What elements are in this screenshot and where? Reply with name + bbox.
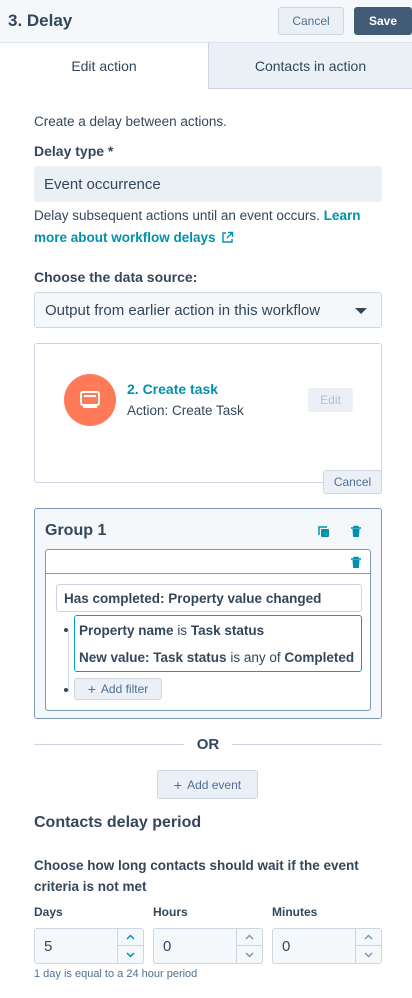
save-button[interactable]: Save xyxy=(354,7,412,35)
panel-title: 3. Delay xyxy=(8,11,73,30)
tab-bar: Edit action Contacts in action xyxy=(0,43,412,89)
cancel-button[interactable]: Cancel xyxy=(278,7,344,35)
delay-description-text: Delay subsequent actions until an event … xyxy=(34,208,320,223)
delay-type-value: Event occurrence xyxy=(44,175,161,193)
delay-type-label: Delay type * xyxy=(34,143,114,159)
or-label: OR xyxy=(196,736,220,753)
minutes-value: 0 xyxy=(282,938,291,955)
hours-stepper xyxy=(236,929,262,963)
delay-type-field: Event occurrence xyxy=(34,166,382,202)
minutes-input[interactable]: 0 xyxy=(272,928,382,964)
task-icon xyxy=(64,374,116,426)
filter-conditions[interactable]: Property name is Task status New value: … xyxy=(74,615,362,672)
minutes-stepper xyxy=(355,929,381,963)
hours-value: 0 xyxy=(163,938,172,955)
days-input[interactable]: 5 xyxy=(34,928,144,964)
plus-icon: + xyxy=(87,681,96,697)
event-filter-header xyxy=(46,550,370,574)
plus-icon: + xyxy=(173,776,183,793)
filter-bullet xyxy=(64,688,68,692)
filter-bullet xyxy=(64,628,68,632)
chevron-up-icon[interactable] xyxy=(118,929,143,946)
minutes-label: Minutes xyxy=(272,905,318,919)
tab-contacts-in-action[interactable]: Contacts in action xyxy=(208,43,412,89)
or-divider: OR xyxy=(34,735,382,755)
add-filter-button[interactable]: + Add filter xyxy=(74,678,162,700)
group-title: Group 1 xyxy=(45,522,107,539)
panel-header: 3. Delay Cancel Save xyxy=(0,0,412,43)
days-label: Days xyxy=(34,905,63,919)
days-value: 5 xyxy=(44,938,53,955)
chevron-down-icon xyxy=(355,308,367,314)
filter-condition-1: Property name is Task status xyxy=(79,623,265,638)
data-source-value: Output from earlier action in this workf… xyxy=(45,301,321,319)
filter-connector-line xyxy=(68,630,69,692)
add-event-button[interactable]: + Add event xyxy=(157,770,258,799)
chevron-up-icon[interactable] xyxy=(356,929,381,946)
delay-footnote: 1 day is equal to a 24 hour period xyxy=(34,968,198,980)
delete-group-icon[interactable] xyxy=(348,523,364,539)
hours-label: Hours xyxy=(153,905,188,919)
data-source-select[interactable]: Output from earlier action in this workf… xyxy=(34,292,382,328)
days-stepper xyxy=(117,929,143,963)
source-action-subtitle: Action: Create Task xyxy=(127,403,244,418)
event-filter-box: Has completed: Property value changed Pr… xyxy=(45,549,371,711)
chevron-up-icon[interactable] xyxy=(237,929,262,946)
chevron-down-icon[interactable] xyxy=(237,946,262,963)
external-link-icon xyxy=(221,229,234,251)
intro-text: Create a delay between actions. xyxy=(34,114,227,129)
delete-event-icon[interactable] xyxy=(348,554,364,570)
delay-description: Delay subsequent actions until an event … xyxy=(34,205,384,251)
card-cancel-button[interactable]: Cancel xyxy=(323,470,382,494)
chevron-down-icon[interactable] xyxy=(356,946,381,963)
filter-group: Group 1 Has completed: Property value ch… xyxy=(34,508,382,719)
clone-icon[interactable] xyxy=(316,524,332,540)
edit-button-disabled: Edit xyxy=(308,388,353,412)
source-action-title[interactable]: 2. Create task xyxy=(127,381,218,397)
delay-period-title: Contacts delay period xyxy=(34,814,202,831)
chevron-down-icon[interactable] xyxy=(118,946,143,963)
source-action-card: 2. Create task Action: Create Task Edit xyxy=(34,343,382,483)
event-selector[interactable]: Has completed: Property value changed xyxy=(56,584,362,612)
filter-condition-2: New value: Task status is any of Complet… xyxy=(79,650,355,665)
hours-input[interactable]: 0 xyxy=(153,928,263,964)
tab-edit-action[interactable]: Edit action xyxy=(0,43,208,89)
data-source-label: Choose the data source: xyxy=(34,269,198,285)
delay-period-help: Choose how long contacts should wait if … xyxy=(34,858,359,894)
